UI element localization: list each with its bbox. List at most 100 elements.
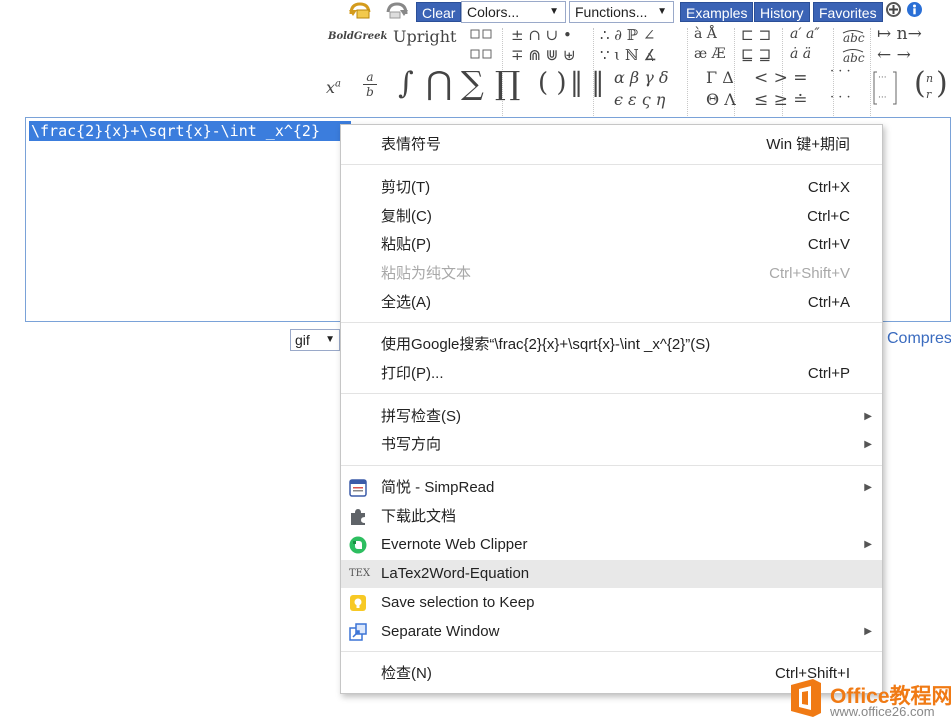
arrows-row-1[interactable]: ↦ n→ — [877, 24, 922, 44]
menu-item-shortcut: Ctrl+C — [807, 208, 850, 225]
menu-item-latex2word[interactable]: TEX LaTex2Word-Equation — [341, 560, 882, 588]
upright-style-button[interactable]: Upright — [393, 27, 456, 46]
fraction-template-button[interactable]: a b — [363, 70, 377, 99]
format-select-value: gif — [295, 332, 310, 348]
favorites-button[interactable]: Favorites — [813, 2, 883, 22]
prime-row-2[interactable]: ȧ ä — [790, 46, 811, 62]
binomial-top: n — [926, 72, 934, 85]
history-button[interactable]: History — [754, 2, 810, 22]
greek-row-1[interactable]: α β γ δ — [614, 68, 669, 87]
add-icon[interactable] — [886, 2, 901, 17]
subset-row-1[interactable]: ⊏ ⊐ — [741, 26, 771, 44]
product-button[interactable]: ∏ — [495, 64, 520, 102]
office-logo — [787, 677, 825, 719]
accents-row-2[interactable]: æ Æ — [694, 46, 726, 62]
puzzle-piece-icon — [349, 508, 367, 526]
compress-link[interactable]: Compres — [887, 330, 951, 348]
menu-item-label: 拼写检查(S) — [381, 408, 461, 425]
dots-row-2[interactable]: · · · — [830, 90, 851, 105]
boldgreek-style-button[interactable]: BoldGreek — [328, 31, 387, 42]
menu-item-select-all[interactable]: 全选(A) Ctrl+A — [341, 289, 882, 317]
menu-divider — [341, 393, 882, 394]
menu-item-emoji[interactable]: 表情符号 Win 键+期间 — [341, 131, 882, 159]
menu-item-shortcut: Ctrl+X — [807, 179, 850, 196]
separate-window-icon — [349, 623, 367, 641]
menu-item-evernote[interactable]: Evernote Web Clipper ▶ — [341, 531, 882, 559]
relations-row-2[interactable]: ≤ ≥ ≐ — [754, 90, 808, 110]
svg-text:abc: abc — [843, 31, 865, 45]
capital-greek-row-1[interactable]: Γ Δ — [706, 68, 734, 87]
lightbulb-icon — [349, 594, 367, 612]
menu-item-label: 剪切(T) — [381, 179, 431, 196]
menu-item-shortcut: Win 键+期间 — [766, 136, 850, 153]
menu-divider — [341, 164, 882, 165]
menu-item-label: 打印(P)... — [381, 365, 444, 382]
accents-row-1[interactable]: à Å — [694, 26, 717, 42]
brackets-button[interactable]: ( ) — [538, 68, 567, 98]
misc-symbols-row-1[interactable]: ∴ ∂ ℙ ∠ — [600, 26, 655, 44]
menu-item-paste[interactable]: 粘贴(P) Ctrl+V — [341, 231, 882, 259]
integral-button[interactable]: ∫ — [398, 66, 414, 101]
prime-row-1[interactable]: a′ a″ — [790, 26, 820, 42]
submenu-arrow-icon: ▶ — [864, 439, 872, 450]
menu-item-separate-window[interactable]: Separate Window ▶ — [341, 618, 882, 646]
menu-item-label: 下载此文档 — [381, 508, 457, 525]
palette-separator — [870, 28, 871, 116]
sum-button[interactable]: ∑ — [461, 64, 484, 102]
svg-text:···: ··· — [878, 73, 887, 83]
menu-item-label: Save selection to Keep — [381, 594, 535, 611]
submenu-arrow-icon: ▶ — [864, 411, 872, 422]
examples-button[interactable]: Examples — [680, 2, 754, 22]
menu-item-cut[interactable]: 剪切(T) Ctrl+X — [341, 174, 882, 202]
menu-item-paste-plain-text: 粘贴为纯文本 Ctrl+Shift+V — [341, 260, 882, 288]
functions-select[interactable]: Functions... ▼ — [569, 1, 674, 23]
greek-row-2[interactable]: ϵ ε ς η — [614, 90, 665, 109]
menu-item-writing-direction[interactable]: 书写方向 ▶ — [341, 431, 882, 459]
power-template-button[interactable]: xa — [326, 78, 341, 97]
clear-button[interactable]: Clear — [416, 2, 462, 22]
menu-item-simpread[interactable]: 简悦 - SimpRead ▶ — [341, 474, 882, 502]
submenu-arrow-icon: ▶ — [864, 539, 872, 550]
menu-item-label: 简悦 - SimpRead — [381, 479, 495, 496]
colors-select[interactable]: Colors... ▼ — [461, 1, 566, 23]
menu-item-copy[interactable]: 复制(C) Ctrl+C — [341, 203, 882, 231]
arrows-row-2[interactable]: ← → — [877, 45, 911, 65]
menu-item-label: Separate Window — [381, 623, 500, 640]
dots-row-1[interactable]: · · · — [830, 64, 851, 79]
binomial-bottom: r — [926, 88, 932, 101]
menu-item-print[interactable]: 打印(P)... Ctrl+P — [341, 360, 882, 388]
menu-divider — [341, 465, 882, 466]
menu-item-label: Evernote Web Clipper — [381, 536, 528, 553]
menu-item-label: 全选(A) — [381, 294, 431, 311]
menu-item-shortcut: Ctrl+Shift+V — [769, 265, 850, 282]
undo-icon[interactable] — [347, 0, 371, 20]
relations-row-1[interactable]: < > = — [754, 68, 808, 88]
operators-row-1[interactable]: ± ∩ ∪ • — [511, 26, 572, 44]
operators-row-2[interactable]: ∓ ⋒ ⋓ ⊎ — [511, 46, 576, 64]
capital-greek-row-2[interactable]: Θ Λ — [706, 90, 736, 109]
misc-symbols-row-2[interactable]: ∵ ɩ ℕ ∡ — [600, 46, 657, 64]
menu-item-label: 使用Google搜索“\frac{2}{x}+\sqrt{x}-\int _x^… — [381, 336, 711, 353]
redo-icon[interactable] — [384, 0, 408, 20]
info-icon[interactable] — [907, 2, 922, 17]
menu-divider — [341, 322, 882, 323]
power-base: x — [326, 78, 336, 97]
menu-item-save-to-keep[interactable]: Save selection to Keep — [341, 589, 882, 617]
menu-item-label: 复制(C) — [381, 208, 432, 225]
chevron-down-icon: ▼ — [325, 334, 335, 345]
menu-item-shortcut: Ctrl+P — [807, 365, 850, 382]
bigcap-button[interactable]: ⋂ — [426, 64, 452, 102]
menu-item-spellcheck[interactable]: 拼写检查(S) ▶ — [341, 403, 882, 431]
evernote-icon — [349, 536, 367, 554]
menu-item-label: 粘贴为纯文本 — [381, 265, 472, 282]
matrix-template-icon[interactable]: ··· ··· — [872, 70, 898, 110]
norm-button[interactable]: ‖ ‖ — [570, 68, 604, 98]
context-menu: 表情符号 Win 键+期间 剪切(T) Ctrl+X 复制(C) Ctrl+C … — [340, 124, 883, 694]
chevron-down-icon: ▼ — [549, 6, 559, 17]
menu-item-label: 书写方向 — [381, 436, 442, 453]
format-select[interactable]: gif ▼ — [290, 329, 340, 351]
menu-item-download-doc[interactable]: 下载此文档 — [341, 503, 882, 531]
menu-item-google-search[interactable]: 使用Google搜索“\frac{2}{x}+\sqrt{x}-\int _x^… — [341, 331, 882, 359]
colors-select-label: Colors... — [467, 4, 520, 20]
subset-row-2[interactable]: ⊑ ⊒ — [741, 46, 771, 64]
